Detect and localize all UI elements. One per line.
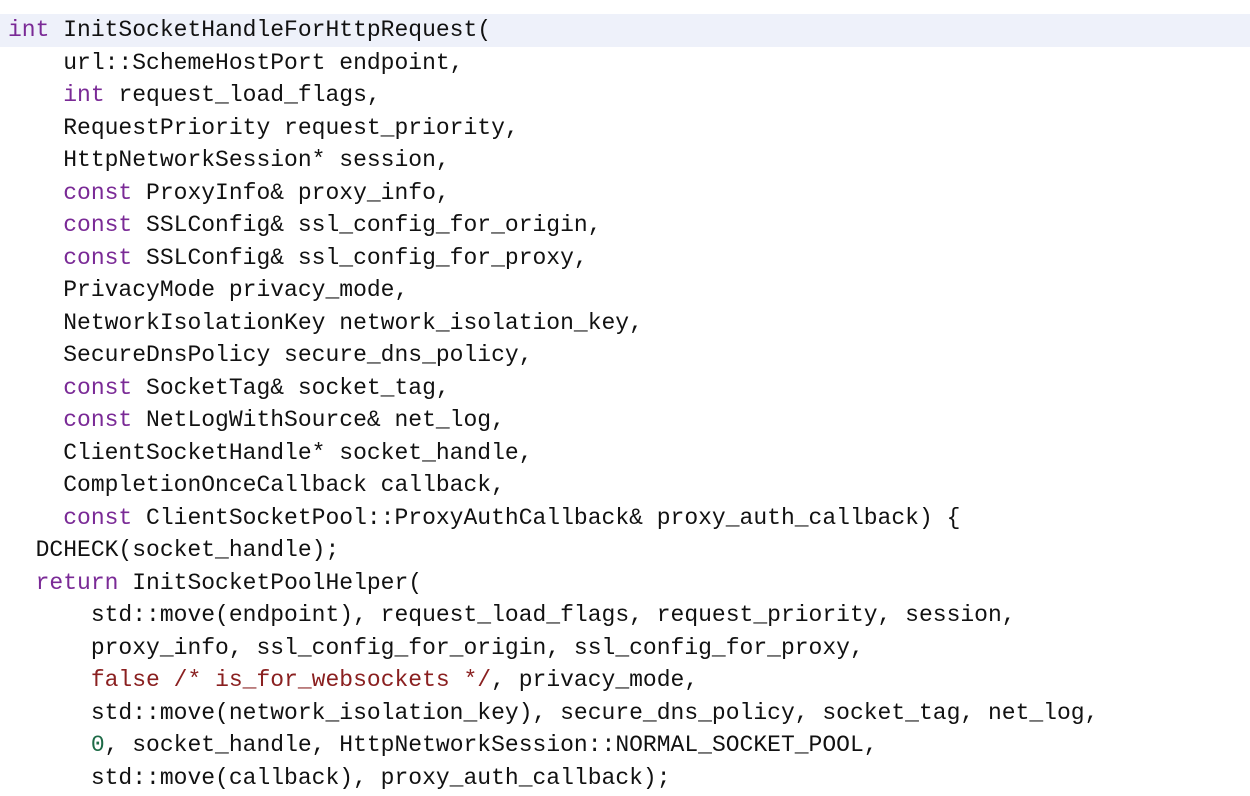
code-line[interactable]: std::move(endpoint), request_load_flags,…	[0, 599, 1250, 632]
code-line[interactable]: proxy_info, ssl_config_for_origin, ssl_c…	[0, 632, 1250, 665]
code-text: ClientSocketPool::ProxyAuthCallback& pro…	[132, 504, 961, 531]
code-text: ProxyInfo& proxy_info,	[132, 179, 450, 206]
code-text: HttpNetworkSession* session,	[63, 147, 450, 173]
code-view[interactable]: int InitSocketHandleForHttpRequest( url:…	[0, 14, 1250, 794]
code-text: InitSocketPoolHelper(	[118, 569, 423, 596]
code-line[interactable]: int request_load_flags,	[0, 79, 1250, 112]
code-line[interactable]: const ClientSocketPool::ProxyAuthCallbac…	[0, 502, 1250, 535]
code-keyword: const	[63, 504, 133, 531]
code-keyword: int	[63, 82, 105, 108]
code-text: NetworkIsolationKey network_isolation_ke…	[63, 309, 643, 336]
code-keyword: const	[63, 407, 133, 433]
code-comment: /* is_for_websockets */	[173, 667, 492, 693]
code-text: DCHECK(socket_handle);	[35, 537, 340, 563]
code-text: RequestPriority request_priority,	[63, 114, 519, 141]
code-line[interactable]: NetworkIsolationKey network_isolation_ke…	[0, 307, 1250, 340]
code-text: SSLConfig& ssl_config_for_proxy,	[132, 244, 588, 271]
code-line[interactable]: const NetLogWithSource& net_log,	[0, 404, 1250, 437]
code-line[interactable]: ClientSocketHandle* socket_handle,	[0, 437, 1250, 470]
code-line[interactable]: RequestPriority request_priority,	[0, 112, 1250, 145]
code-line[interactable]: int InitSocketHandleForHttpRequest(	[0, 14, 1250, 47]
code-line[interactable]: const ProxyInfo& proxy_info,	[0, 177, 1250, 210]
code-keyword: const	[63, 212, 133, 238]
code-line[interactable]: url::SchemeHostPort endpoint,	[0, 47, 1250, 80]
code-line[interactable]: HttpNetworkSession* session,	[0, 144, 1250, 177]
code-text: std::move(endpoint), request_load_flags,…	[90, 602, 1016, 628]
code-keyword: const	[63, 244, 133, 271]
code-keyword: const	[63, 179, 133, 206]
code-keyword: int	[8, 17, 50, 43]
code-number: 0	[90, 732, 105, 758]
code-text: url::SchemeHostPort endpoint,	[63, 49, 464, 76]
code-keyword: const	[63, 374, 133, 401]
code-text: CompletionOnceCallback callback,	[63, 472, 505, 498]
code-line[interactable]: std::move(network_isolation_key), secure…	[0, 697, 1250, 730]
code-text: NetLogWithSource& net_log,	[132, 407, 505, 433]
code-text: request_load_flags,	[104, 82, 381, 108]
code-line[interactable]: 0, socket_handle, HttpNetworkSession::NO…	[0, 729, 1250, 762]
code-text: , privacy_mode,	[491, 667, 699, 693]
code-text: std::move(network_isolation_key), secure…	[90, 699, 1099, 726]
code-text: proxy_info, ssl_config_for_origin, ssl_c…	[90, 634, 864, 661]
code-line[interactable]: DCHECK(socket_handle);	[0, 534, 1250, 567]
code-text: , socket_handle, HttpNetworkSession::NOR…	[104, 732, 878, 758]
code-text: SecureDnsPolicy secure_dns_policy,	[63, 342, 533, 368]
code-text: ClientSocketHandle* socket_handle,	[63, 439, 533, 466]
code-line[interactable]: false /* is_for_websockets */, privacy_m…	[0, 664, 1250, 697]
code-text: std::move(callback), proxy_auth_callback…	[90, 764, 671, 791]
code-line[interactable]: const SocketTag& socket_tag,	[0, 372, 1250, 405]
code-text: SSLConfig& ssl_config_for_origin,	[132, 212, 602, 238]
code-line[interactable]: PrivacyMode privacy_mode,	[0, 274, 1250, 307]
code-line[interactable]: CompletionOnceCallback callback,	[0, 469, 1250, 502]
code-text: InitSocketHandleForHttpRequest(	[49, 17, 492, 43]
code-line[interactable]: return InitSocketPoolHelper(	[0, 567, 1250, 600]
code-text: PrivacyMode privacy_mode,	[63, 277, 409, 303]
code-line[interactable]: SecureDnsPolicy secure_dns_policy,	[0, 339, 1250, 372]
code-line[interactable]: const SSLConfig& ssl_config_for_origin,	[0, 209, 1250, 242]
code-line[interactable]: const SSLConfig& ssl_config_for_proxy,	[0, 242, 1250, 275]
code-line[interactable]: std::move(callback), proxy_auth_callback…	[0, 762, 1250, 795]
code-text: SocketTag& socket_tag,	[132, 374, 450, 401]
code-keyword: return	[35, 569, 119, 596]
code-literal: false	[90, 667, 160, 693]
